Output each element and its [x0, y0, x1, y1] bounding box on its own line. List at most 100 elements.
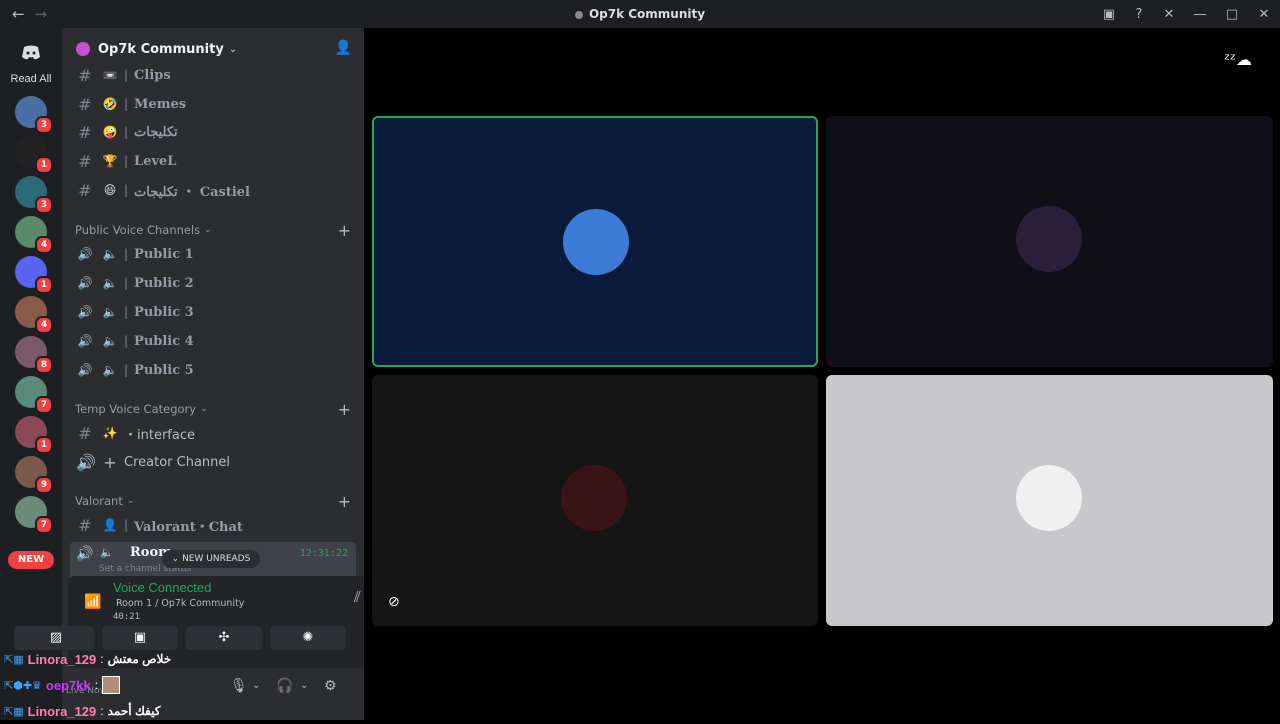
- mention-badge: 3: [35, 196, 53, 214]
- hash-icon: #: [78, 94, 92, 114]
- forward-arrow-icon[interactable]: →: [35, 5, 48, 23]
- text-channel[interactable]: # 📼 | Clips: [70, 61, 356, 89]
- server-icon[interactable]: 9: [15, 456, 53, 494]
- close-button[interactable]: ✕: [1248, 0, 1280, 28]
- user-icon: 👤: [102, 518, 118, 532]
- window-title: Op7k Community: [0, 7, 1280, 21]
- mention-badge: 7: [35, 396, 53, 414]
- speaker-icon: 🔊: [77, 247, 93, 261]
- sparkles-icon: ✨: [102, 426, 118, 440]
- add-channel-icon[interactable]: +: [338, 492, 351, 511]
- speaker-emoji-icon: 🔈: [102, 334, 118, 348]
- hash-icon: #: [78, 180, 92, 200]
- help-icon[interactable]: ?: [1124, 0, 1154, 28]
- hash-icon: #: [78, 151, 92, 171]
- screen-share-icon: ▣: [133, 630, 147, 645]
- speaker-icon: 🔊: [77, 276, 93, 290]
- badge-icons: ⇱▦: [4, 705, 24, 718]
- text-channel[interactable]: # 🤣 | Memes: [70, 90, 356, 118]
- chevron-down-icon: ⌄: [204, 225, 212, 235]
- channel-interface[interactable]: # ✨ ・interface: [70, 419, 356, 447]
- new-badge[interactable]: NEW: [8, 551, 54, 569]
- server-icon[interactable]: 1: [15, 136, 53, 174]
- server-icon[interactable]: 1: [15, 256, 53, 294]
- text-channel[interactable]: # 🤪 | تكليجات: [70, 118, 356, 146]
- hash-icon: #: [78, 515, 92, 535]
- sleep-icon[interactable]: ᶻᶻ☁: [1224, 50, 1252, 69]
- participant-tile-3[interactable]: ⊘: [372, 375, 818, 626]
- server-icon[interactable]: 7: [15, 496, 53, 534]
- voice-channel[interactable]: 🔊 🔈 | Public 4: [70, 327, 356, 355]
- channel-emoji-icon: 🤪: [102, 125, 118, 139]
- participant-avatar: [1016, 206, 1082, 272]
- minimize-button[interactable]: —: [1184, 0, 1216, 28]
- maximize-button[interactable]: □: [1216, 0, 1248, 28]
- inbox-icon[interactable]: ▣: [1094, 0, 1124, 28]
- title-bar: ← → Op7k Community ▣ ? ✕ — □ ✕: [0, 0, 1280, 28]
- server-icon[interactable]: 8: [15, 336, 53, 374]
- add-channel-icon[interactable]: +: [338, 400, 351, 419]
- voice-channel[interactable]: 🔊 🔈 | Public 3: [70, 298, 356, 326]
- server-icon[interactable]: 3: [15, 96, 53, 134]
- category-temp-voice[interactable]: Temp Voice Category ⌄ +: [75, 399, 355, 419]
- voice-channel[interactable]: 🔊 🔈 | Public 5: [70, 356, 356, 384]
- camera-off-icon: ⊘: [388, 594, 400, 610]
- channel-emoji-icon: 😆: [103, 183, 117, 197]
- channel-creator[interactable]: 🔊 + Creator Channel: [70, 448, 356, 476]
- invite-people-icon[interactable]: 👤: [335, 40, 352, 56]
- channel-valorant-chat[interactable]: # 👤 | Valorant・Chat: [70, 511, 356, 539]
- mention-badge: 3: [35, 116, 53, 134]
- speaker-icon: 🔊: [77, 305, 93, 319]
- participant-avatar: [1016, 465, 1082, 531]
- chat-message: ⇱⬢✚♛ oep7kk :: [4, 672, 344, 698]
- category-valorant[interactable]: Valorant ⌄ +: [75, 491, 355, 511]
- speaker-icon: 🔊: [77, 363, 93, 377]
- participant-tile-2[interactable]: [826, 116, 1273, 367]
- speaker-icon: 🔊: [76, 546, 94, 562]
- server-icon[interactable]: 7: [15, 376, 53, 414]
- badge-icons: ⇱▦: [4, 653, 24, 666]
- voice-channel[interactable]: 🔊 🔈 | Public 2: [70, 269, 356, 297]
- hash-icon: #: [78, 122, 92, 142]
- server-icon[interactable]: 1: [15, 416, 53, 454]
- mention-badge: 4: [35, 236, 53, 254]
- text-channel[interactable]: # 🏆 | LeveL: [70, 147, 356, 175]
- back-arrow-icon[interactable]: ←: [12, 5, 25, 23]
- tools-icon[interactable]: ✕: [1154, 0, 1184, 28]
- channel-emoji-icon: 🏆: [102, 154, 118, 168]
- category-public-voice[interactable]: Public Voice Channels ⌄ +: [75, 220, 355, 240]
- new-unreads-pill[interactable]: ⌄ NEW UNREADS: [162, 550, 260, 568]
- noise-suppression-icon[interactable]: ⫽: [354, 588, 361, 606]
- signal-icon[interactable]: 📶: [84, 594, 101, 610]
- channel-emoji-icon: 📼: [102, 68, 118, 82]
- chevron-down-icon: ⌄: [228, 43, 238, 55]
- text-channel[interactable]: # 😆 | تكليجات ・ Castiel: [70, 176, 356, 204]
- add-channel-icon[interactable]: +: [338, 221, 351, 240]
- mention-badge: 9: [35, 476, 53, 494]
- chevron-down-icon: ⌄: [200, 404, 208, 414]
- badge-icons: ⇱⬢✚♛: [4, 679, 42, 692]
- stream-chat-overlay: ⇱▦ Linora_129 : خلاص معتش ⇱⬢✚♛ oep7kk : …: [4, 646, 344, 724]
- server-icon[interactable]: 3: [15, 176, 53, 214]
- hash-icon: #: [78, 65, 92, 85]
- discord-home-icon[interactable]: [15, 36, 47, 68]
- server-icon[interactable]: 4: [15, 296, 53, 334]
- participant-tile-1[interactable]: [372, 116, 818, 367]
- server-icon[interactable]: 4: [15, 216, 53, 254]
- voice-channel[interactable]: 🔊 🔈 | Public 1: [70, 240, 356, 268]
- read-all-button[interactable]: Read All: [0, 73, 62, 85]
- speaker-emoji-icon: 🔈: [102, 247, 118, 261]
- channel-sidebar: Op7k Community ⌄ 👤 # 📼 | Clips # 🤣 | Memes # 🤪 | تك…: [14, 28, 420, 720]
- voice-connected-label[interactable]: Voice Connected: [113, 580, 211, 595]
- participant-tile-4[interactable]: [826, 375, 1273, 626]
- voice-channel-path[interactable]: Room 1 / Op7k Community: [116, 598, 244, 609]
- activities-icon: ✣: [218, 630, 230, 645]
- chat-message: ⇱▦ Linora_129 : خلاص معتش: [4, 651, 172, 667]
- mention-badge: 7: [35, 516, 53, 534]
- guild-icon: [76, 42, 90, 56]
- plus-icon: +: [103, 452, 117, 472]
- speaker-icon: 🔊: [77, 334, 93, 348]
- participant-avatar: [563, 209, 629, 275]
- channel-emoji-icon: 🤣: [102, 97, 118, 111]
- guild-name: Op7k Community: [98, 41, 224, 57]
